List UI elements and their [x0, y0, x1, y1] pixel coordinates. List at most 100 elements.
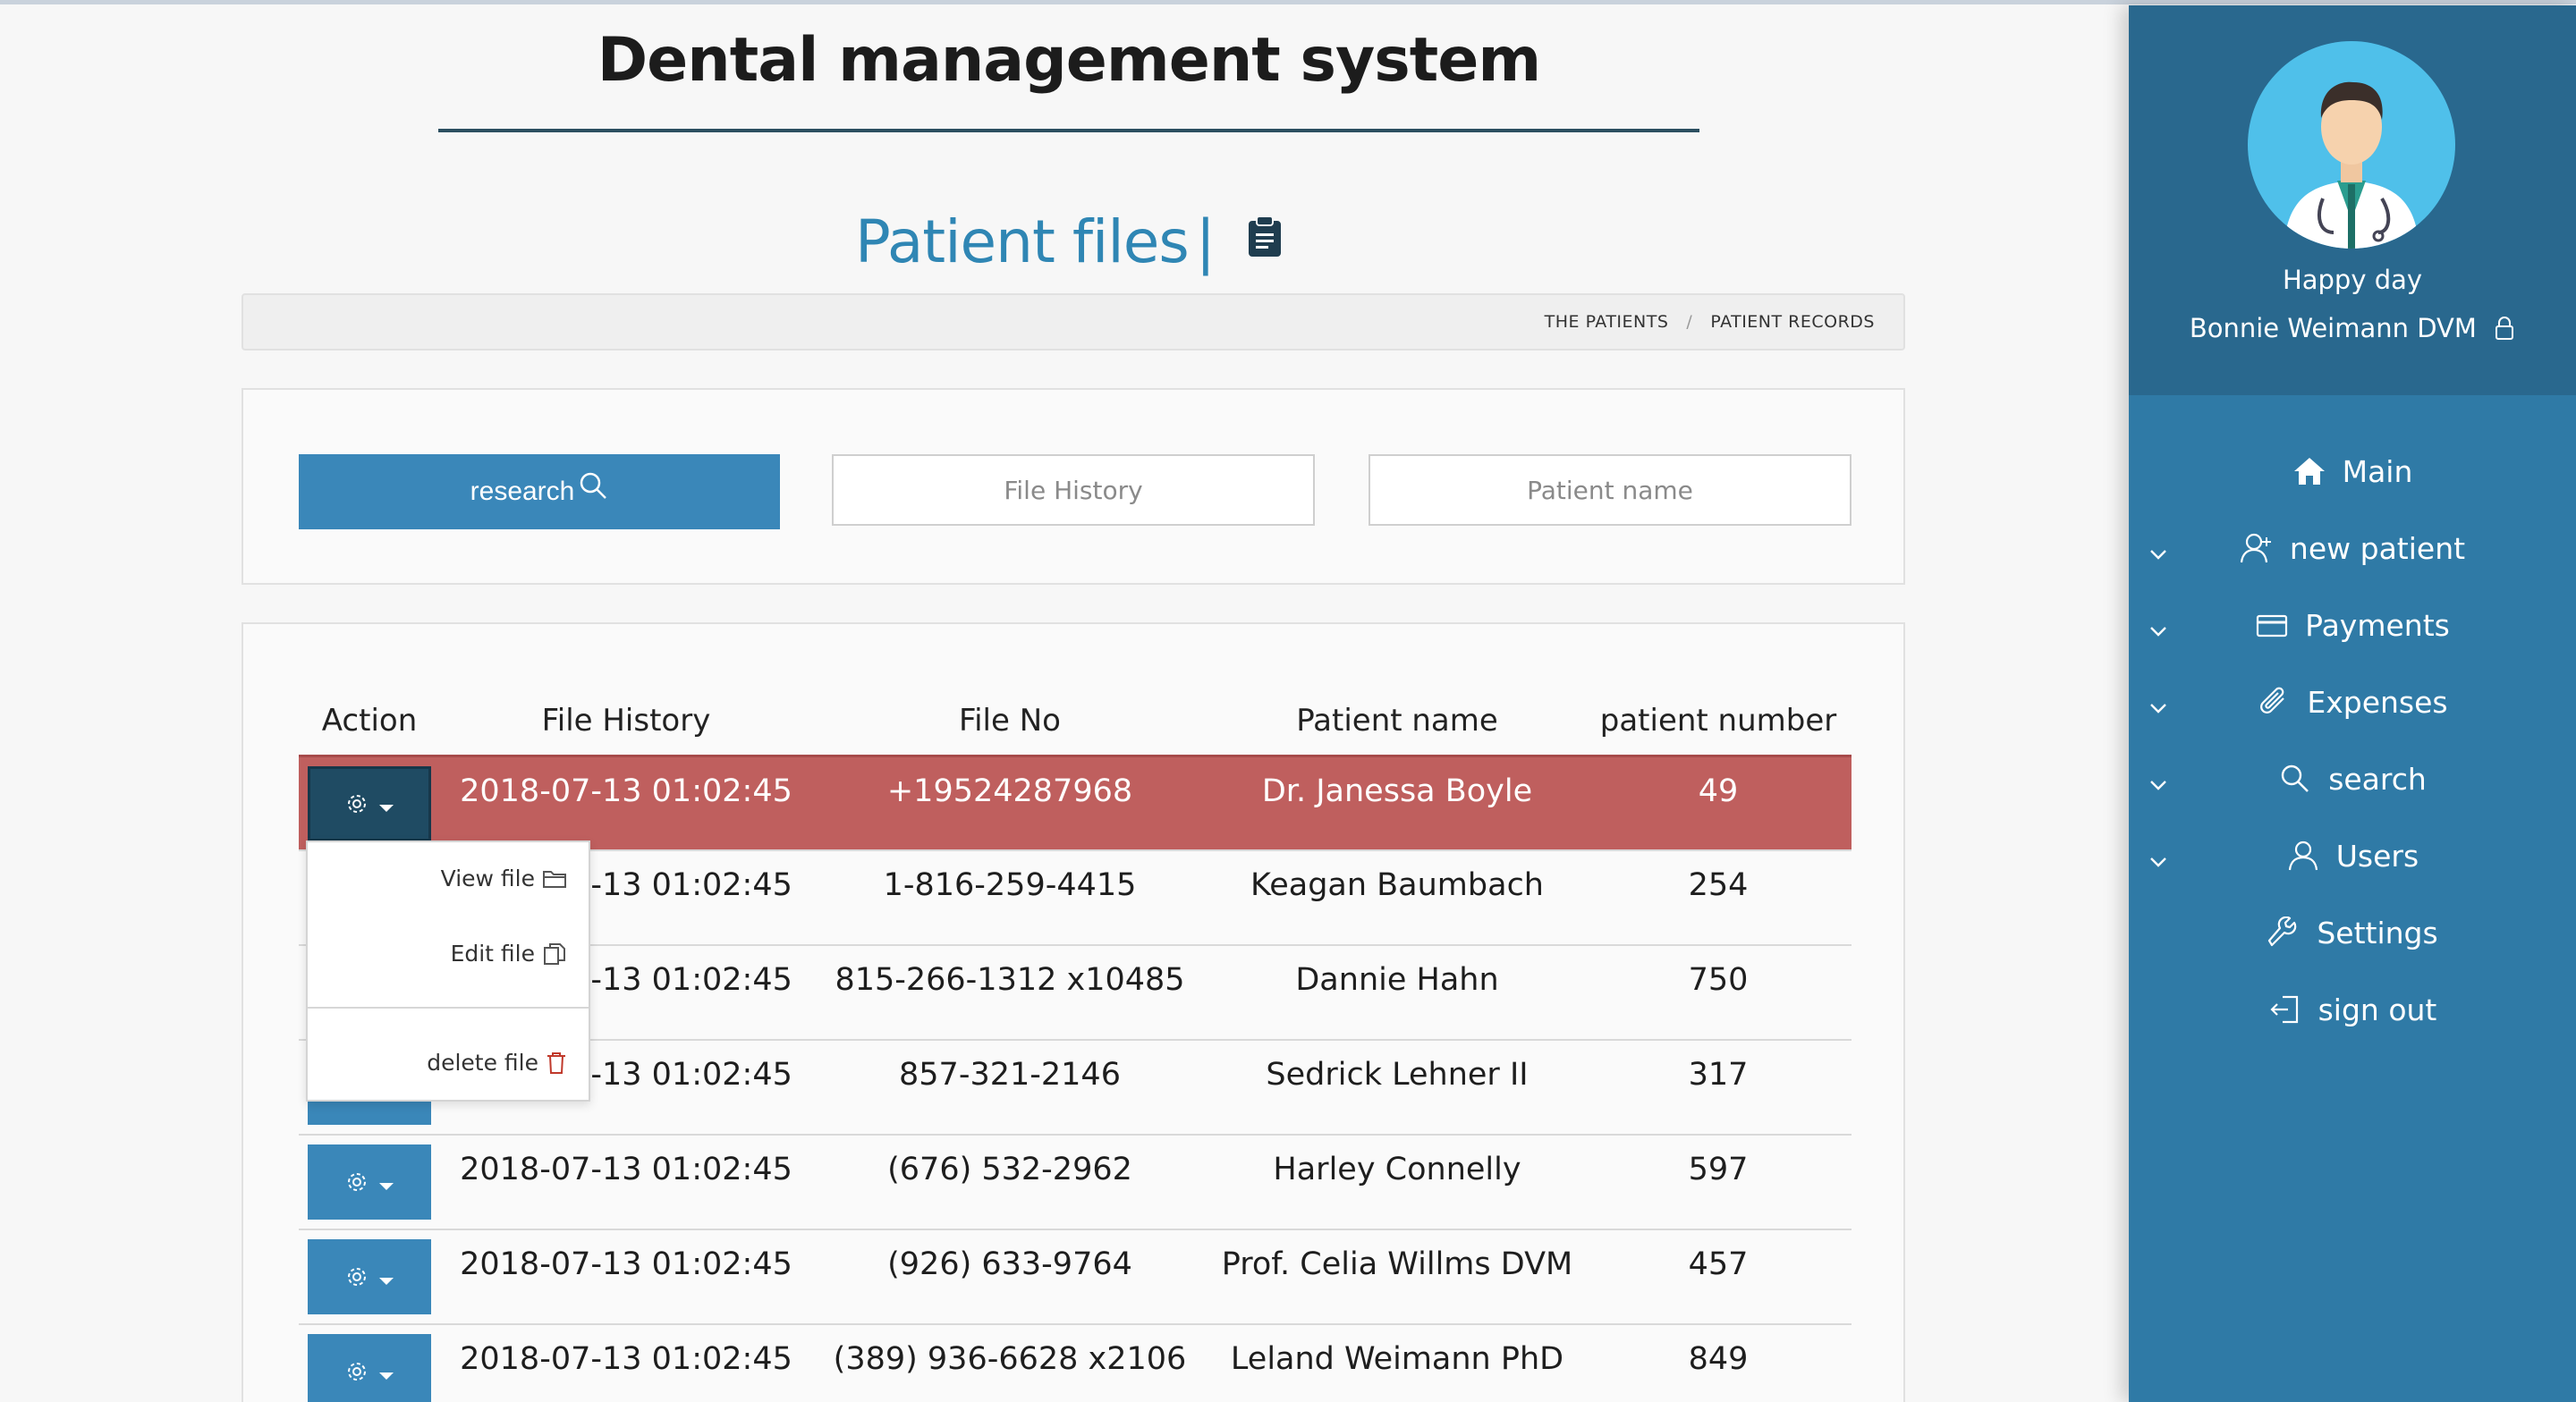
gear-icon — [348, 1363, 366, 1381]
cell-patient-name: Keagan Baumbach — [1250, 867, 1544, 903]
cell-file-history: 2018-07-13 01:02:45 — [460, 1246, 792, 1282]
row-action-button[interactable] — [308, 1334, 431, 1402]
row-action-button[interactable] — [308, 766, 431, 841]
user-name-text: Bonnie Weimann DVM — [2189, 313, 2477, 343]
sidebar-item-label: Main — [2342, 453, 2413, 489]
doctor-avatar-image — [2284, 81, 2419, 249]
row-action-button[interactable] — [308, 1144, 431, 1220]
user-icon — [2286, 840, 2320, 872]
cell-patient-name: Sedrick Lehner II — [1266, 1057, 1529, 1093]
page-title-text: Patient files — [855, 207, 1190, 276]
menu-divider — [308, 1007, 589, 1009]
sidebar-item-label: new patient — [2289, 530, 2466, 566]
research-button[interactable]: research — [299, 454, 780, 529]
cell-patient-number: 457 — [1688, 1246, 1749, 1282]
gear-icon — [348, 795, 366, 813]
view-file-label: View file — [440, 866, 535, 891]
row-action-button[interactable] — [308, 1239, 431, 1314]
home-icon — [2292, 455, 2326, 487]
search-icon — [2278, 763, 2312, 795]
delete-file-menu-item[interactable]: delete file — [427, 1050, 567, 1076]
caret-down-icon — [379, 1278, 394, 1285]
sidebar-item-search[interactable]: search — [2129, 740, 2576, 817]
chevron-down-icon[interactable] — [2148, 533, 2168, 568]
caret-down-icon — [379, 1183, 394, 1190]
title-divider — [438, 129, 1699, 132]
table-row[interactable]: 2018-07-13 01:02:45 (926) 633-9764 Prof. C… — [299, 1229, 1852, 1323]
edit-file-menu-item[interactable]: Edit file — [451, 941, 567, 967]
sidebar-item-label: sign out — [2318, 992, 2437, 1027]
chevron-down-icon[interactable] — [2148, 687, 2168, 722]
page-title: Patient files | — [0, 207, 2138, 276]
gear-icon — [348, 1268, 366, 1286]
caret-down-icon — [379, 1372, 394, 1380]
trash-icon — [547, 1052, 565, 1074]
cell-patient-number: 597 — [1688, 1152, 1749, 1187]
cell-patient-name: Prof. Celia Willms DVM — [1221, 1246, 1573, 1282]
user-name[interactable]: Bonnie Weimann DVM — [2129, 313, 2576, 343]
patient-name-input[interactable] — [1368, 454, 1852, 526]
table-row[interactable]: 2018-07-13 01:02:45 +19524287968 Dr. Janes… — [299, 755, 1852, 849]
cell-patient-name: Harley Connelly — [1273, 1152, 1521, 1187]
chevron-down-icon[interactable] — [2148, 764, 2168, 798]
page-title-separator: | — [1195, 207, 1216, 276]
column-header-patient-name[interactable]: Patient name — [1296, 703, 1498, 739]
cell-file-no: 1-816-259-4415 — [883, 867, 1137, 903]
sidebar-item-users[interactable]: Users — [2129, 817, 2576, 894]
cell-patient-name: Dannie Hahn — [1295, 962, 1499, 998]
main-content: Dental management system Patient files | … — [0, 0, 2129, 1402]
sidebar-item-sign-out[interactable]: sign out — [2129, 971, 2576, 1048]
column-header-file-no[interactable]: File No — [959, 703, 1061, 739]
cell-file-history: 2018-07-13 01:02:45 — [460, 1341, 792, 1377]
action-dropdown-menu: View file Edit file delete file — [306, 840, 590, 1102]
doctor-avatar — [2248, 41, 2455, 249]
sidebar-item-new-patient[interactable]: new patient — [2129, 510, 2576, 587]
edit-file-label: Edit file — [450, 941, 535, 967]
cell-file-no: (926) 633-9764 — [887, 1246, 1132, 1282]
view-file-menu-item[interactable]: View file — [441, 866, 567, 891]
delete-file-label: delete file — [427, 1050, 538, 1076]
cell-file-no: 815-266-1312 x10485 — [835, 962, 1185, 998]
column-header-patient-number[interactable]: patient number — [1600, 703, 1837, 739]
wrench-icon — [2267, 916, 2301, 949]
app-title: Dental management system — [597, 25, 1542, 96]
sidebar-item-label: Payments — [2305, 607, 2450, 643]
cell-file-no: (389) 936-6628 x2106 — [833, 1341, 1187, 1377]
sidebar-item-label: Settings — [2317, 915, 2438, 950]
credit-card-icon — [2255, 609, 2289, 641]
table-row[interactable]: 2018-07-13 01:02:45 (676) 532-2962 Harley … — [299, 1134, 1852, 1229]
cell-file-no: +19524287968 — [886, 773, 1133, 809]
table-row[interactable]: 2018-07-13 01:02:45 (389) 936-6628 x2106 L… — [299, 1323, 1852, 1402]
chevron-down-icon[interactable] — [2148, 610, 2168, 645]
cell-patient-number: 750 — [1688, 962, 1749, 998]
folder-icon — [543, 870, 566, 888]
sidebar-item-label: Expenses — [2307, 684, 2448, 720]
sidebar-item-main[interactable]: Main — [2129, 433, 2576, 510]
breadcrumb-item-patients[interactable]: THE PATIENTS — [1545, 312, 1669, 332]
clipboard-icon — [1248, 215, 1281, 257]
sidebar-item-payments[interactable]: Payments — [2129, 587, 2576, 663]
table-header: Action File History File No Patient name… — [299, 703, 1852, 751]
file-history-input[interactable] — [832, 454, 1315, 526]
search-panel: research — [242, 388, 1905, 585]
cell-file-history: 2018-07-13 01:02:45 — [460, 773, 792, 809]
sidebar-item-expenses[interactable]: Expenses — [2129, 663, 2576, 740]
sidebar-item-settings[interactable]: Settings — [2129, 894, 2576, 971]
sidebar-item-label: Users — [2335, 838, 2419, 874]
chevron-down-icon[interactable] — [2148, 840, 2168, 875]
caret-down-icon — [379, 805, 394, 812]
lock-icon — [2496, 317, 2514, 340]
cell-patient-number: 849 — [1688, 1341, 1749, 1377]
greeting-text: Happy day — [2282, 265, 2423, 295]
user-add-icon — [2240, 532, 2274, 564]
cell-file-history: 2018-07-13 01:02:45 — [460, 1152, 792, 1187]
cell-file-no: 857-321-2146 — [899, 1057, 1121, 1093]
cell-patient-number: 254 — [1688, 867, 1749, 903]
column-header-file-history[interactable]: File History — [542, 703, 711, 739]
breadcrumb-item-patient-records[interactable]: PATIENT RECORDS — [1710, 312, 1875, 332]
cell-patient-number: 317 — [1688, 1057, 1749, 1093]
column-header-action: Action — [321, 703, 418, 739]
sidebar: Happy day Bonnie Weimann DVM Main new pat… — [2129, 5, 2576, 1402]
cell-patient-name: Dr. Janessa Boyle — [1261, 773, 1533, 809]
breadcrumb: THE PATIENTS / PATIENT RECORDS — [242, 293, 1905, 350]
